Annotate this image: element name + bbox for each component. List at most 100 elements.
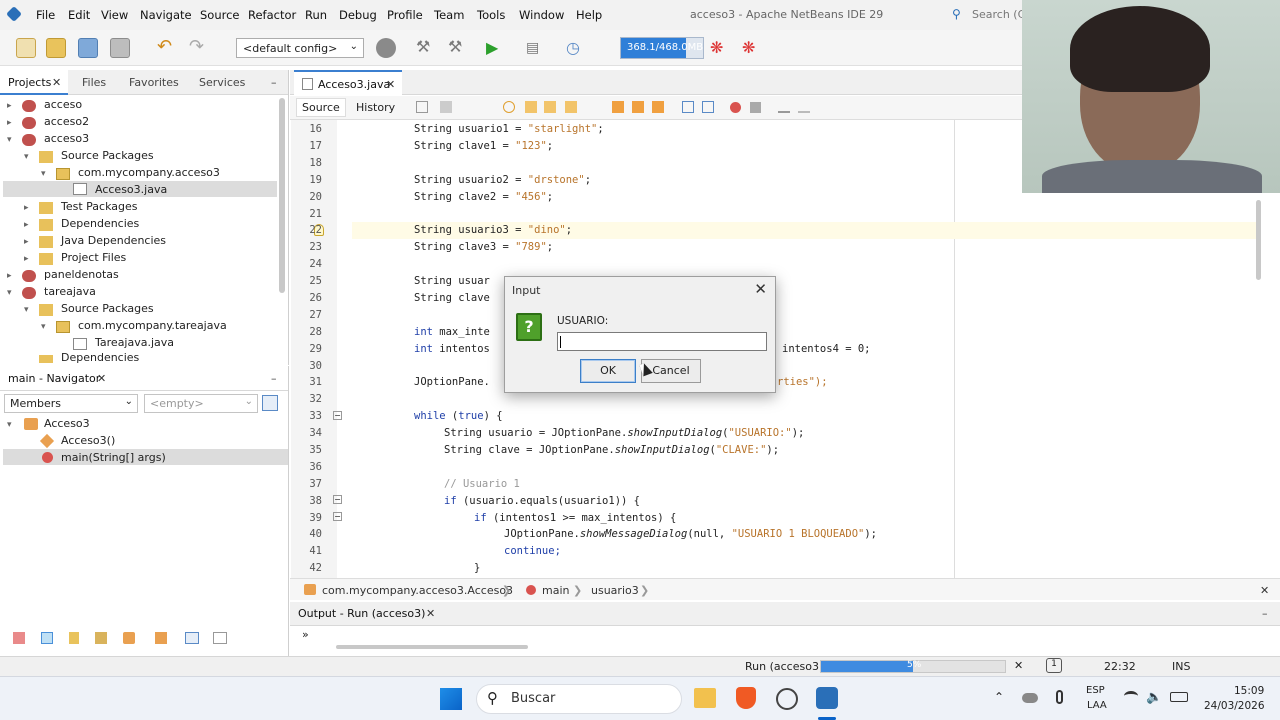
- code-line[interactable]: while (true) {: [414, 410, 503, 422]
- code-line[interactable]: String clave2 = "456";: [414, 191, 553, 203]
- menu-profile[interactable]: Profile: [387, 8, 423, 22]
- stop-macro-icon[interactable]: [750, 102, 761, 113]
- notifications-badge[interactable]: 1: [1046, 658, 1062, 673]
- nav-item-class[interactable]: Acceso3: [44, 417, 90, 430]
- comment-icon[interactable]: [778, 101, 790, 113]
- find-next-icon[interactable]: [544, 101, 556, 113]
- back-icon[interactable]: [416, 101, 428, 113]
- code-line[interactable]: String clave1 = "123";: [414, 140, 553, 152]
- menu-source[interactable]: Source: [200, 8, 240, 22]
- code-line[interactable]: }: [474, 562, 480, 574]
- tab-favorites[interactable]: Favorites: [129, 76, 179, 89]
- breadcrumb-field[interactable]: usuario3: [591, 584, 639, 597]
- netbeans-taskbar-icon[interactable]: [816, 687, 838, 709]
- filter-nonpublic-icon[interactable]: [69, 632, 79, 644]
- tree-item-dependencies-2[interactable]: Dependencies: [61, 351, 139, 363]
- new-project-icon[interactable]: [46, 38, 66, 58]
- menu-run[interactable]: Run: [305, 8, 327, 22]
- code-keyword[interactable]: continue;: [504, 545, 561, 557]
- tab-projects[interactable]: Projects: [8, 76, 51, 89]
- config-select[interactable]: <default config> ⌄: [236, 38, 364, 58]
- shift-left-icon[interactable]: [682, 101, 694, 113]
- profiler-icon[interactable]: ❋: [742, 38, 762, 58]
- clock-date[interactable]: 24/03/2026: [1204, 700, 1265, 712]
- nav-item-main[interactable]: main(String[] args): [61, 451, 166, 464]
- close-icon[interactable]: ✕: [426, 607, 435, 620]
- undo-icon[interactable]: ↶: [157, 38, 177, 58]
- collapsed-arrow-icon[interactable]: ▸: [7, 118, 12, 128]
- windows-start-icon[interactable]: [440, 688, 462, 710]
- navigator-settings-icon[interactable]: [262, 395, 278, 411]
- code-line[interactable]: String clave = JOptionPane.showInputDial…: [444, 444, 779, 456]
- cancel-task-icon[interactable]: ✕: [1014, 659, 1023, 672]
- open-project-icon[interactable]: [78, 38, 98, 58]
- code-line[interactable]: String usuario1 = "starlight";: [414, 123, 604, 135]
- members-select[interactable]: Members ⌄: [4, 394, 138, 413]
- code-line[interactable]: String usuario2 = "drstone";: [414, 174, 591, 186]
- tree-item-tareajava[interactable]: tareajava: [44, 285, 96, 298]
- toggle-bookmark-icon[interactable]: [652, 101, 664, 113]
- menu-window[interactable]: Window: [519, 8, 564, 22]
- tree-item-dependencies[interactable]: Dependencies: [61, 217, 139, 230]
- record-macro-icon[interactable]: [730, 102, 741, 113]
- code-line[interactable]: String clave: [414, 292, 490, 304]
- new-file-icon[interactable]: [16, 38, 36, 58]
- expanded-arrow-icon[interactable]: ▾: [41, 169, 46, 179]
- expanded-arrow-icon[interactable]: ▾: [7, 420, 12, 430]
- editor-scrollbar[interactable]: [1256, 200, 1261, 280]
- microphone-icon[interactable]: [1056, 690, 1063, 704]
- redo-icon[interactable]: ↷: [189, 38, 209, 58]
- battery-icon[interactable]: [1170, 692, 1188, 702]
- collapsed-arrow-icon[interactable]: ▸: [7, 271, 12, 281]
- menu-team[interactable]: Team: [434, 8, 464, 22]
- code-line[interactable]: JOptionPane.: [414, 376, 490, 388]
- tab-acceso3-java[interactable]: Acceso3.java: [318, 78, 390, 91]
- code-line[interactable]: String usuario3 = "dino";: [414, 224, 572, 236]
- code-line[interactable]: String clave3 = "789";: [414, 241, 553, 253]
- ok-button[interactable]: OK: [580, 359, 636, 383]
- source-view-button[interactable]: Source: [296, 98, 346, 117]
- uncomment-icon[interactable]: [798, 101, 810, 113]
- menu-refactor[interactable]: Refactor: [248, 8, 296, 22]
- clean-build-icon[interactable]: ⚒: [448, 38, 468, 58]
- tree-item-source-packages-2[interactable]: Source Packages: [61, 302, 154, 315]
- close-icon[interactable]: ✕: [754, 280, 767, 298]
- expanded-arrow-icon[interactable]: ▾: [7, 288, 12, 298]
- fold-icon[interactable]: −: [333, 512, 342, 521]
- toggle-highlight-icon[interactable]: [565, 101, 577, 113]
- menu-edit[interactable]: Edit: [68, 8, 90, 22]
- expanded-arrow-icon[interactable]: ▾: [41, 322, 46, 332]
- wifi-icon[interactable]: [1124, 691, 1138, 701]
- shift-right-icon[interactable]: [702, 101, 714, 113]
- menu-view[interactable]: View: [101, 8, 128, 22]
- tab-navigator[interactable]: main - Navigator: [8, 372, 100, 385]
- editor-tab-active[interactable]: Acceso3.java ✕: [294, 70, 402, 95]
- filter-fields-icon[interactable]: [13, 632, 25, 644]
- fold-icon[interactable]: −: [333, 495, 342, 504]
- tree-item-acceso3-java[interactable]: Acceso3.java: [95, 183, 167, 196]
- menu-debug[interactable]: Debug: [339, 8, 377, 22]
- cloud-icon[interactable]: [1022, 693, 1038, 703]
- close-icon[interactable]: ✕: [386, 78, 395, 91]
- tree-item-package-2[interactable]: com.mycompany.tareajava: [78, 319, 227, 332]
- menu-file[interactable]: File: [36, 8, 55, 22]
- menu-navigate[interactable]: Navigate: [140, 8, 192, 22]
- collapsed-arrow-icon[interactable]: ▸: [24, 203, 29, 213]
- code-line-tail[interactable]: intentos4 = 0;: [782, 343, 871, 355]
- clock-time[interactable]: 15:09: [1234, 685, 1264, 697]
- search-field[interactable]: ⚲ Search (Ct: [950, 5, 1030, 25]
- tab-projects-active[interactable]: Projects ✕: [0, 70, 68, 95]
- code-line-tail[interactable]: rties");: [777, 376, 828, 388]
- file-explorer-icon[interactable]: [694, 688, 716, 708]
- gc-icon[interactable]: ❋: [710, 38, 730, 58]
- tree-item-project-files[interactable]: Project Files: [61, 251, 126, 264]
- tab-services[interactable]: Services: [199, 76, 245, 89]
- find-icon[interactable]: [503, 101, 515, 113]
- history-view-button[interactable]: History: [356, 101, 395, 114]
- tree-item-package[interactable]: com.mycompany.acceso3: [78, 166, 220, 179]
- tab-output[interactable]: Output - Run (acceso3): [298, 607, 425, 620]
- minimize-icon[interactable]: –: [271, 372, 277, 385]
- filter-static-icon[interactable]: [41, 632, 53, 644]
- brave-browser-icon[interactable]: [736, 687, 756, 709]
- fold-icon[interactable]: −: [333, 411, 342, 420]
